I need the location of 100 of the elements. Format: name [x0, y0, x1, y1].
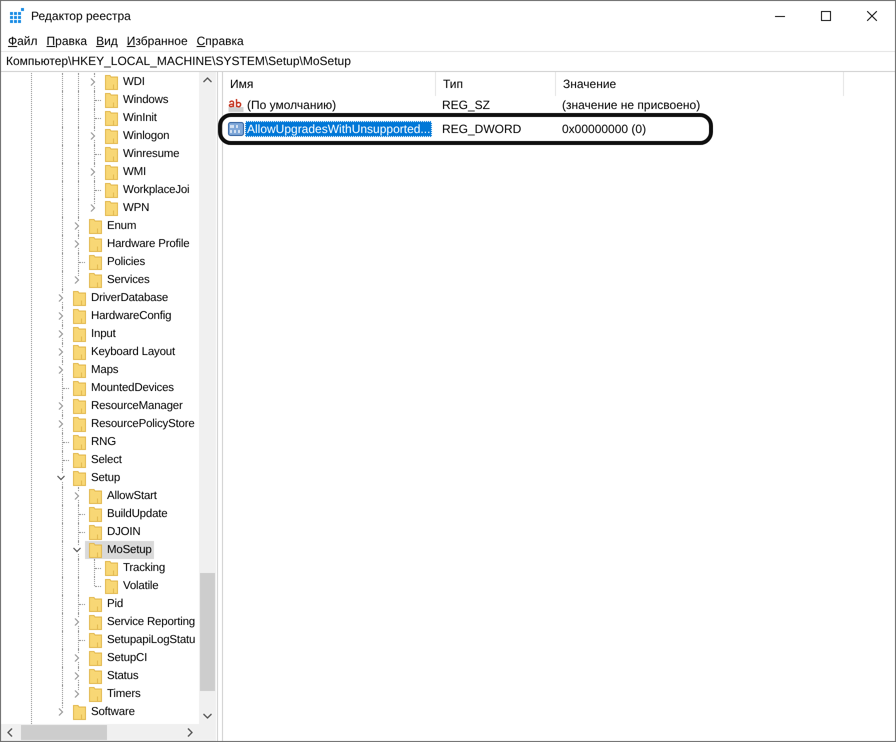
folder-icon: [89, 632, 102, 648]
chevron-down-icon[interactable]: [57, 474, 65, 482]
horizontal-scrollbar[interactable]: [1, 724, 199, 741]
text-value-icon: [228, 97, 244, 113]
tree-item[interactable]: Enum: [85, 217, 138, 235]
tree-item[interactable]: ResourceManager: [69, 397, 185, 415]
chevron-right-icon[interactable]: [73, 654, 81, 662]
tree-item[interactable]: Setup: [69, 469, 122, 487]
tree-item[interactable]: SetupCI: [85, 649, 150, 667]
tree-item[interactable]: DJOIN: [85, 523, 143, 541]
folder-icon: [89, 596, 102, 612]
folder-icon: [89, 614, 102, 630]
tree-item[interactable]: Input: [69, 325, 118, 343]
close-icon[interactable]: [867, 11, 877, 21]
chevron-right-icon[interactable]: [73, 672, 81, 680]
chevron-right-icon[interactable]: [57, 294, 65, 302]
scroll-thumb[interactable]: [200, 573, 215, 691]
menu-item[interactable]: Справка: [192, 34, 249, 48]
chevron-right-icon[interactable]: [89, 168, 97, 176]
value-row[interactable]: (По умолчанию) REG_SZ (значение не присвоено): [225, 96, 706, 114]
tree-item[interactable]: Winlogon: [101, 127, 172, 145]
tree-item[interactable]: ResourcePolicyStore: [69, 415, 197, 433]
menu-item[interactable]: Вид: [92, 34, 123, 48]
tree-item[interactable]: BuildUpdate: [85, 505, 170, 523]
tree-item[interactable]: Pid: [85, 595, 126, 613]
chevron-right-icon[interactable]: [57, 330, 65, 338]
tree-item[interactable]: Tracking: [101, 559, 168, 577]
vertical-scrollbar[interactable]: [199, 72, 216, 724]
tree-item[interactable]: RNG: [69, 433, 118, 451]
chevron-right-icon[interactable]: [57, 366, 65, 374]
app-icon: [9, 8, 25, 24]
tree-item[interactable]: SetupapiLogStatu: [85, 631, 198, 649]
tree-item[interactable]: WinInit: [101, 109, 159, 127]
tree-item[interactable]: Maps: [69, 361, 120, 379]
folder-icon: [105, 146, 118, 162]
value-type: REG_DWORD: [441, 122, 522, 136]
scroll-right-icon[interactable]: [187, 728, 193, 737]
tree-item[interactable]: Service Reporting: [85, 613, 198, 631]
tree-item[interactable]: Policies: [85, 253, 148, 271]
menu-item[interactable]: Избранное: [122, 34, 193, 48]
tree-item[interactable]: AllowStart: [85, 487, 159, 505]
scroll-left-icon[interactable]: [7, 728, 13, 737]
folder-icon: [89, 686, 102, 702]
tree-item[interactable]: WPN: [101, 199, 152, 217]
chevron-right-icon[interactable]: [89, 204, 97, 212]
tree-item[interactable]: WDI: [101, 73, 147, 91]
folder-icon: [89, 254, 102, 270]
folder-icon: [89, 506, 102, 522]
folder-icon: [89, 218, 102, 234]
value-data: 0x00000000 (0): [561, 122, 648, 136]
maximize-icon[interactable]: [821, 11, 831, 21]
folder-icon: [89, 272, 102, 288]
tree-item[interactable]: WMI: [101, 163, 148, 181]
chevron-right-icon[interactable]: [73, 276, 81, 284]
folder-icon: [105, 74, 118, 90]
value-name: (По умолчанию): [246, 97, 338, 113]
tree-item[interactable]: MountedDevices: [69, 379, 176, 397]
tree-item[interactable]: Select: [69, 451, 124, 469]
folder-icon: [73, 398, 86, 414]
chevron-down-icon[interactable]: [73, 546, 81, 554]
tree-item[interactable]: DriverDatabase: [69, 289, 170, 307]
folder-icon: [105, 578, 118, 594]
chevron-right-icon[interactable]: [57, 348, 65, 356]
chevron-right-icon[interactable]: [73, 618, 81, 626]
scroll-down-icon[interactable]: [203, 713, 212, 719]
folder-icon: [73, 704, 86, 720]
tree-item[interactable]: Winresume: [101, 145, 182, 163]
menu-item[interactable]: Файл: [4, 34, 43, 48]
value-row[interactable]: AllowUpgradesWithUnsupported... REG_DWORD 0x00000000 (0): [225, 120, 706, 138]
scroll-thumb[interactable]: [21, 725, 107, 740]
chevron-right-icon[interactable]: [57, 708, 65, 716]
chevron-right-icon[interactable]: [73, 240, 81, 248]
chevron-right-icon[interactable]: [89, 78, 97, 86]
chevron-right-icon[interactable]: [57, 420, 65, 428]
tree-item[interactable]: Services: [85, 271, 152, 289]
chevron-right-icon[interactable]: [89, 132, 97, 140]
tree-item[interactable]: HardwareConfig: [69, 307, 174, 325]
scroll-up-icon[interactable]: [203, 77, 212, 83]
tree-item[interactable]: WorkplaceJoi: [101, 181, 192, 199]
column-header[interactable]: Тип: [436, 72, 556, 96]
tree-item[interactable]: Software: [69, 703, 137, 721]
address-field[interactable]: Компьютер\HKEY_LOCAL_MACHINE\SYSTEM\Setup\MoSetup: [1, 51, 895, 72]
tree-item[interactable]: Keyboard Layout: [69, 343, 177, 361]
tree-item[interactable]: Hardware Profile: [85, 235, 192, 253]
chevron-right-icon[interactable]: [57, 402, 65, 410]
tree-item[interactable]: Status: [85, 667, 140, 685]
folder-icon: [73, 326, 86, 342]
chevron-right-icon[interactable]: [73, 492, 81, 500]
tree-item[interactable]: MoSetup: [85, 541, 154, 559]
menu-item[interactable]: Правка: [42, 34, 92, 48]
column-header[interactable]: Значение: [556, 72, 844, 96]
chevron-right-icon[interactable]: [57, 312, 65, 320]
tree-item[interactable]: Windows: [101, 91, 170, 109]
chevron-right-icon[interactable]: [73, 222, 81, 230]
folder-icon: [105, 128, 118, 144]
chevron-right-icon[interactable]: [73, 690, 81, 698]
value-type: REG_SZ: [441, 98, 492, 112]
column-header[interactable]: Имя: [223, 72, 436, 96]
tree-item[interactable]: Timers: [85, 685, 143, 703]
tree-item[interactable]: Volatile: [101, 577, 160, 595]
